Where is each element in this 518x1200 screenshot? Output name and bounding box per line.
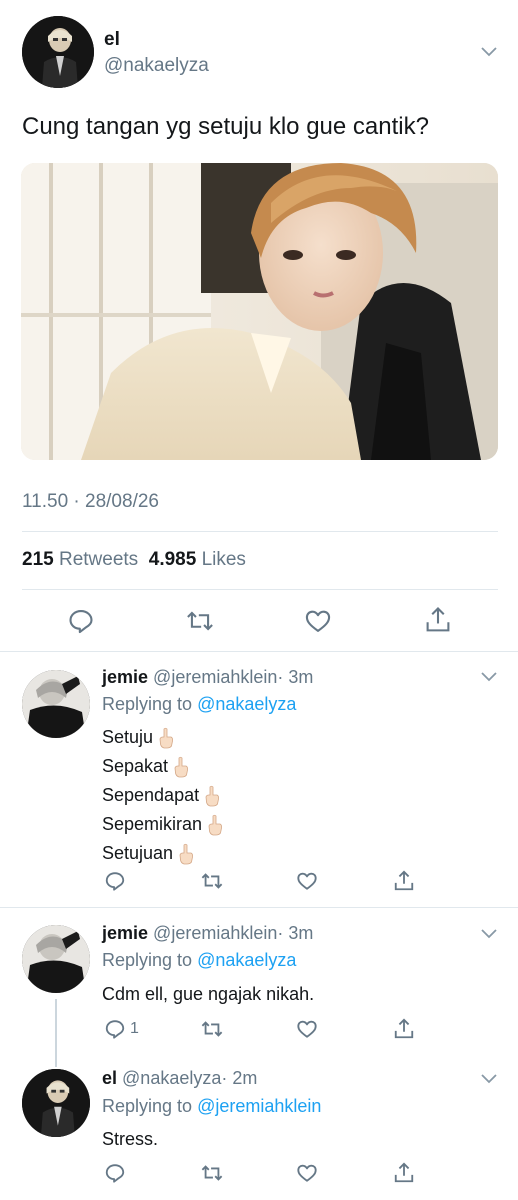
like-button[interactable]: [296, 1018, 318, 1040]
like-count[interactable]: 4.985: [149, 549, 197, 570]
reply-button[interactable]: [104, 870, 130, 892]
reply-author[interactable]: el @nakaelyza· 2m: [102, 1068, 257, 1089]
replying-to-handle[interactable]: @jeremiahklein: [197, 1096, 321, 1116]
reply-count: 1: [130, 1020, 139, 1037]
share-icon: [426, 606, 450, 632]
share-button[interactable]: [393, 869, 415, 893]
tweet-stats: 215 Retweets 4.985 Likes: [22, 549, 246, 571]
reply-tweet[interactable]: el @nakaelyza· 2m Replying to @jeremiahk…: [0, 1055, 518, 1200]
like-icon: [297, 1020, 317, 1038]
like-icon: [297, 1164, 317, 1182]
reply-text: Setuju Sepakat Sependapat Sepemikiran Se…: [102, 723, 224, 868]
tweet-timestamp[interactable]: 11.50 · 28/08/26: [22, 491, 159, 513]
reply-line: Cdm ell, gue ngajak nikah.: [102, 984, 315, 1004]
reply-tweet[interactable]: jemie @jeremiahklein· 3m Replying to @na…: [0, 651, 518, 907]
chevron-down-icon[interactable]: [481, 672, 497, 682]
author-name[interactable]: el: [104, 29, 120, 51]
avatar[interactable]: [22, 925, 90, 993]
tweet-text: Cung tangan yg setuju klo gue cantik?: [22, 113, 429, 140]
pointing-up-hand-icon: [159, 727, 174, 748]
reply-icon: [105, 1020, 125, 1039]
replying-to-label: Replying to: [102, 694, 193, 714]
reply-text: Cdm ell, gue ngajak nikah.: [102, 980, 314, 1009]
retweet-button[interactable]: [200, 1018, 224, 1040]
reply-icon: [69, 610, 93, 634]
pointing-up-hand-icon: [179, 843, 194, 864]
retweet-icon: [201, 1165, 223, 1181]
replying-to-handle[interactable]: @nakaelyza: [197, 694, 296, 714]
reply-author-handle[interactable]: @nakaelyza: [122, 1068, 221, 1088]
pointing-up-hand-icon: [174, 756, 189, 777]
chevron-down-icon[interactable]: [481, 929, 497, 939]
reply-icon: [105, 872, 125, 891]
reply-button[interactable]: 1: [104, 1018, 139, 1040]
reply-button[interactable]: [104, 1162, 130, 1184]
reply-line: Setujuan: [102, 843, 174, 863]
reply-tweet[interactable]: jemie @jeremiahklein· 3m Replying to @na…: [0, 907, 518, 1067]
replying-to: Replying to @nakaelyza: [102, 694, 296, 715]
reply-time: · 3m: [277, 923, 314, 943]
reply-author-handle[interactable]: @jeremiahklein: [153, 923, 277, 943]
share-button[interactable]: [393, 1161, 415, 1185]
avatar[interactable]: [22, 16, 94, 88]
retweet-button[interactable]: [185, 607, 215, 635]
replying-to: Replying to @jeremiahklein: [102, 1096, 321, 1117]
retweet-button[interactable]: [200, 870, 224, 892]
divider: [22, 589, 498, 590]
reply-author[interactable]: jemie @jeremiahklein· 3m: [102, 923, 313, 944]
reply-icon: [105, 1164, 125, 1183]
reply-author-handle[interactable]: @jeremiahklein: [153, 667, 277, 687]
chevron-down-icon[interactable]: [481, 47, 497, 57]
retweet-icon: [187, 611, 213, 631]
reply-author-name[interactable]: el: [102, 1068, 117, 1088]
share-icon: [394, 1162, 414, 1183]
avatar[interactable]: [22, 1069, 90, 1137]
avatar[interactable]: [22, 670, 90, 738]
reply-line: Sependapat: [102, 785, 200, 805]
replying-to: Replying to @nakaelyza: [102, 950, 296, 971]
divider: [22, 531, 498, 532]
reply-author[interactable]: jemie @jeremiahklein· 3m: [102, 667, 313, 688]
replying-to-handle[interactable]: @nakaelyza: [197, 950, 296, 970]
like-icon: [305, 610, 331, 632]
reply-line: Stress.: [102, 1129, 159, 1149]
reply-line: Sepakat: [102, 756, 169, 776]
reply-author-name[interactable]: jemie: [102, 923, 148, 943]
share-icon: [394, 870, 414, 891]
retweets-label[interactable]: Retweets: [59, 549, 138, 570]
like-button[interactable]: [304, 607, 332, 635]
retweet-icon: [201, 1021, 223, 1037]
replying-to-label: Replying to: [102, 950, 193, 970]
reply-author-name[interactable]: jemie: [102, 667, 148, 687]
share-icon: [394, 1018, 414, 1039]
chevron-down-icon[interactable]: [481, 1074, 497, 1084]
author-handle[interactable]: @nakaelyza: [104, 55, 209, 77]
reply-line: Sepemikiran: [102, 814, 203, 834]
retweet-count[interactable]: 215: [22, 549, 54, 570]
share-button[interactable]: [424, 605, 452, 635]
share-button[interactable]: [393, 1017, 415, 1041]
like-button[interactable]: [296, 1162, 318, 1184]
retweet-icon: [201, 873, 223, 889]
like-button[interactable]: [296, 870, 318, 892]
reply-time: · 2m: [221, 1068, 258, 1088]
reply-text: Stress.: [102, 1125, 158, 1154]
pointing-up-hand-icon: [208, 814, 223, 835]
reply-line: Setuju: [102, 727, 154, 747]
tweet-photo[interactable]: [21, 163, 498, 460]
replying-to-label: Replying to: [102, 1096, 193, 1116]
pointing-up-hand-icon: [205, 785, 220, 806]
retweet-button[interactable]: [200, 1162, 224, 1184]
reply-button[interactable]: [67, 607, 95, 635]
reply-time: · 3m: [277, 667, 314, 687]
likes-label[interactable]: Likes: [202, 549, 246, 570]
like-icon: [297, 872, 317, 890]
